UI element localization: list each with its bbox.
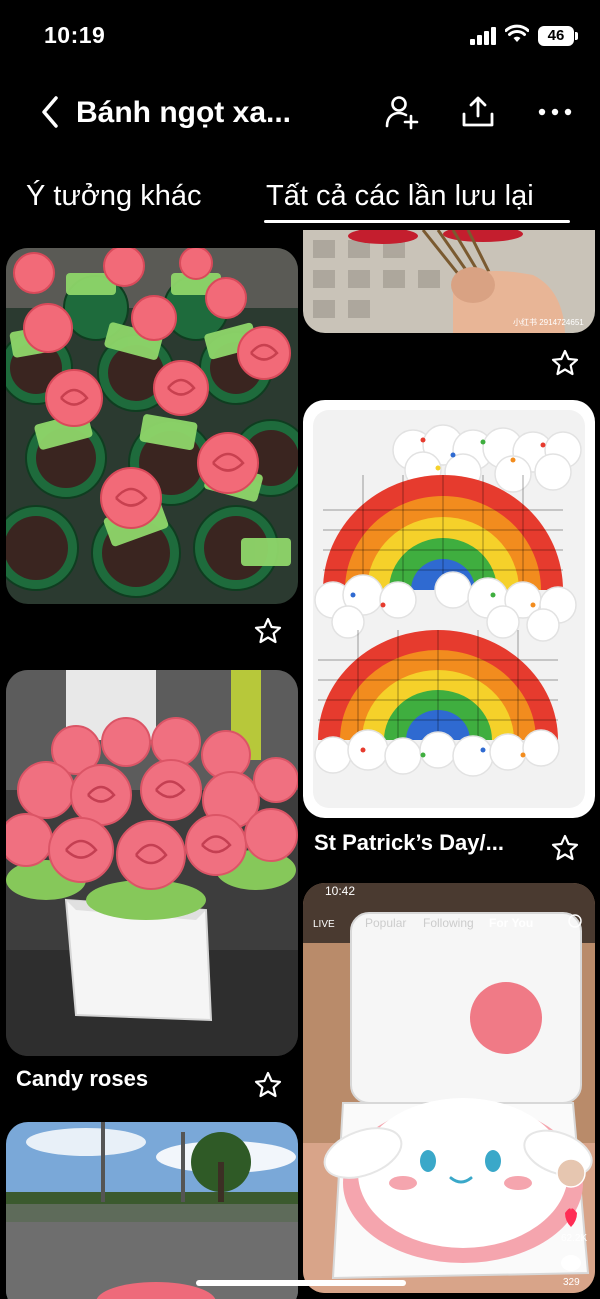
star-icon[interactable] <box>253 616 283 646</box>
pin-caption: Candy roses <box>16 1066 149 1091</box>
overlay-tab-popular: Popular <box>365 916 406 930</box>
home-indicator <box>196 1280 406 1286</box>
overlay-tab-following: Following <box>423 916 474 930</box>
overlay-time: 10:42 <box>325 884 355 898</box>
battery-tip <box>575 32 578 40</box>
tab-all-saves[interactable]: Tất cả các lần lưu lại <box>266 180 534 213</box>
star-icon[interactable] <box>550 833 580 863</box>
star-icon[interactable] <box>253 1070 283 1100</box>
overlay-live: LIVE <box>313 919 335 930</box>
share-icon[interactable] <box>460 94 496 130</box>
star-icon[interactable] <box>550 348 580 378</box>
battery-indicator: 46 <box>538 26 574 46</box>
more-options-icon[interactable] <box>537 94 573 130</box>
cellular-signal-icon <box>470 27 498 45</box>
pin-image-outdoor[interactable] <box>6 1122 298 1299</box>
pin-image-tiktok-bento-cake[interactable]: 10:42 LIVE Popular Following For You 62.… <box>303 883 595 1293</box>
overlay-likes: 62.2K <box>561 1233 587 1244</box>
overlay-tab-foryou: For You <box>489 916 533 930</box>
active-tab-indicator <box>264 220 570 223</box>
pin-image-rose-cupcakes[interactable] <box>6 248 298 604</box>
board-title: Bánh ngọt xa... <box>76 96 292 129</box>
overlay-comments: 329 <box>563 1277 580 1288</box>
status-time: 10:19 <box>44 22 106 48</box>
pin-caption: St Patrick’s Day/... <box>314 830 504 855</box>
back-chevron-icon[interactable] <box>36 92 66 132</box>
board-header: Bánh ngọt xa... <box>0 78 600 148</box>
add-collaborator-icon[interactable] <box>384 94 420 130</box>
wifi-icon <box>505 24 529 42</box>
pin-image-candy-roses[interactable] <box>6 670 298 1056</box>
board-tabs: Ý tưởng khác Tất cả các lần lưu lại <box>0 176 600 226</box>
pin-image-candy-skewers[interactable]: 小红书 2914724651 <box>303 230 595 333</box>
tab-more-ideas[interactable]: Ý tưởng khác <box>26 180 201 213</box>
pin-image-rainbow-waffles[interactable] <box>303 400 595 818</box>
status-bar: 10:19 46 <box>0 0 600 70</box>
watermark: 小红书 2914724651 <box>513 317 584 327</box>
